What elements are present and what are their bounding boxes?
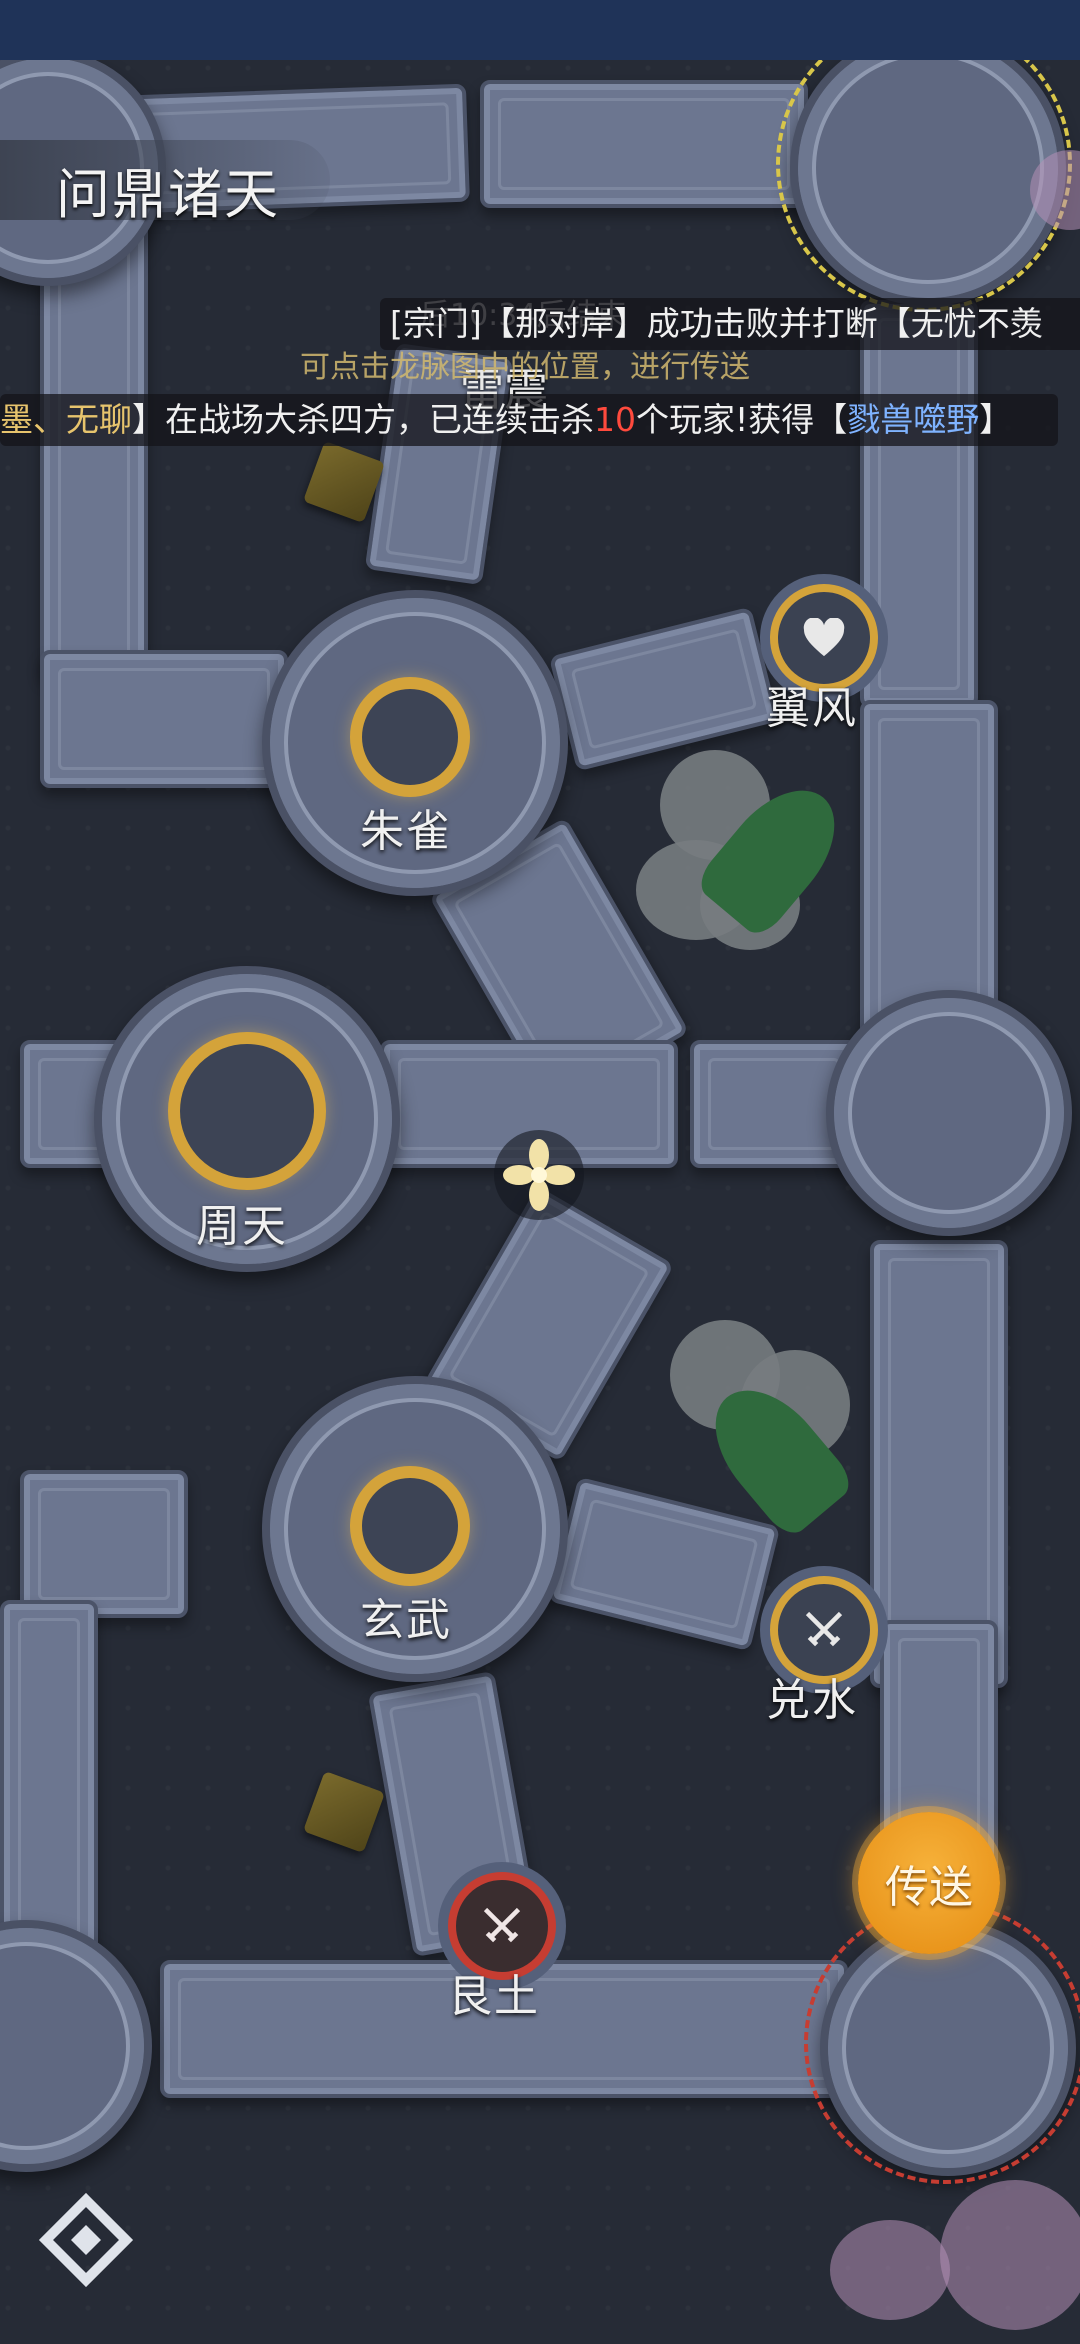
zhoutian-label: 周天 [196,1201,288,1252]
system-message: 墨、无聊】在战场大杀四方，已连续击杀10个玩家!获得【戮兽噬野】 [0,394,1058,446]
zhoutian-ring[interactable] [168,1032,326,1190]
xuanwu-ring[interactable] [350,1466,470,1586]
message-mid2: 个玩家!获得【 [636,400,848,439]
walkway [547,1476,781,1652]
reward-name: 戮兽噬野 [847,400,980,439]
xuanwu-label: 玄武 [360,1595,452,1646]
status-bar [0,0,1080,60]
zhuque-ring[interactable] [350,677,470,797]
blossom [830,2220,950,2320]
message-mid: 】在战场大杀四方，已连续击杀 [132,400,594,439]
walkway [40,650,288,788]
heart-icon [803,618,845,657]
platform-right-mid [826,990,1072,1236]
system-message: [宗门]【那对岸】成功击败并打断【无忧不羡 [380,298,1080,350]
kill-count: 10 [594,400,636,439]
walkway [860,300,978,708]
walkway [480,80,808,208]
teleport-button[interactable]: 传送 [858,1812,1000,1954]
message-suffix: 】 [979,400,1013,439]
duishui-label: 兑水 [766,1675,858,1726]
yifeng-label: 翼风 [766,683,858,734]
treasure-chest[interactable] [302,1770,386,1854]
blossom [940,2180,1080,2330]
player-name: 无聊 [66,400,132,439]
walkway [20,1470,188,1618]
walkway [548,606,780,772]
map-title: 问鼎诸天 [56,163,280,226]
crossed-swords-icon [483,1907,521,1943]
platform-bottomleft [0,1920,152,2172]
crossed-swords-icon [805,1611,843,1647]
zhuque-label: 朱雀 [360,806,452,857]
gentu-label: 艮土 [448,1971,540,2022]
message-prefix: 墨、 [0,400,66,439]
compass-icon[interactable] [36,2190,136,2290]
message-text: [宗门]【那对岸】成功击败并打断【无忧不羡 [390,304,1043,343]
flower-player-icon [494,1130,584,1220]
zone-boundary-yellow [776,60,1072,312]
